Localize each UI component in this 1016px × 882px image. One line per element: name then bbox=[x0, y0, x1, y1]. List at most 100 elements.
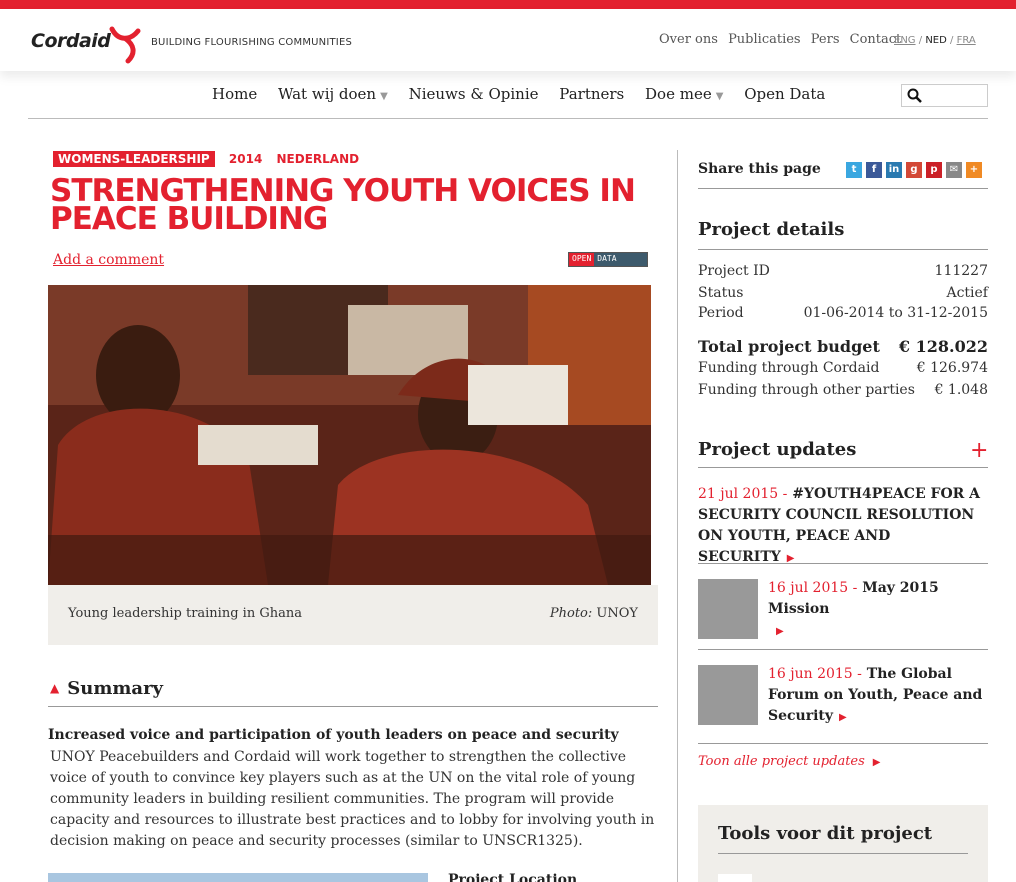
top-accent-bar bbox=[0, 0, 1016, 9]
update-divider bbox=[698, 563, 988, 564]
update-thumbnail[interactable] bbox=[698, 579, 758, 639]
update-date: 16 jun 2015 - bbox=[768, 666, 862, 682]
pinterest-icon[interactable]: p bbox=[926, 162, 942, 178]
summary-heading: Summary bbox=[67, 678, 164, 699]
detail-value: 111227 bbox=[934, 263, 988, 279]
project-details-heading: Project details bbox=[698, 219, 845, 240]
tag-year[interactable]: 2014 bbox=[229, 152, 262, 166]
chevron-down-icon: ▼ bbox=[715, 91, 724, 102]
language-switcher: ENG / NED / FRA bbox=[894, 35, 976, 46]
update-divider bbox=[698, 743, 988, 744]
lang-separator: / bbox=[950, 35, 954, 46]
detail-label: Project ID bbox=[698, 263, 770, 279]
arrow-right-icon: ▶ bbox=[839, 712, 847, 723]
details-divider bbox=[698, 249, 988, 250]
update-date: 21 jul 2015 - bbox=[698, 486, 788, 502]
summary-lead: Increased voice and participation of you… bbox=[48, 727, 619, 743]
update-thumbnail[interactable] bbox=[698, 665, 758, 725]
detail-label: Period bbox=[698, 305, 744, 321]
project-location-heading: Project Location bbox=[448, 872, 578, 882]
lang-ned[interactable]: NED bbox=[925, 35, 947, 46]
budget-row-total: Total project budget € 128.022 bbox=[698, 337, 988, 356]
open-data-badge-right: DATA bbox=[594, 253, 647, 266]
tag-country[interactable]: NEDERLAND bbox=[277, 152, 360, 166]
all-updates-label: Toon alle project updates bbox=[698, 754, 865, 769]
link-pers[interactable]: Pers bbox=[811, 32, 840, 47]
tools-heading: Tools voor dit project bbox=[718, 823, 933, 844]
nav-wat-wij-doen[interactable]: Wat wij doen ▼ bbox=[278, 85, 388, 103]
link-over-ons[interactable]: Over ons bbox=[659, 32, 718, 47]
search-icon[interactable] bbox=[907, 88, 923, 104]
update-item[interactable]: 16 jul 2015 - May 2015 Mission ▶ bbox=[768, 578, 988, 642]
summary-body: UNOY Peacebuilders and Cordaid will work… bbox=[50, 749, 655, 849]
email-icon[interactable]: ✉ bbox=[946, 162, 962, 178]
summary-divider bbox=[48, 706, 658, 707]
triangle-up-icon: ▲ bbox=[50, 681, 60, 695]
arrow-right-icon: ▶ bbox=[872, 757, 881, 768]
project-location-map[interactable] bbox=[48, 873, 428, 882]
budget-value: € 1.048 bbox=[934, 382, 988, 398]
photo-caption: Young leadership training in Ghana bbox=[68, 606, 302, 621]
lang-fra[interactable]: FRA bbox=[957, 35, 976, 46]
photo-caption-box: Young leadership training in Ghana Photo… bbox=[48, 585, 658, 645]
share-icons: t f in g p ✉ + bbox=[846, 162, 982, 178]
budget-label: Total project budget bbox=[698, 337, 880, 356]
linkedin-icon[interactable]: in bbox=[886, 162, 902, 178]
top-links: Over ons Publicaties Pers Contact bbox=[659, 32, 907, 47]
article-tags: WOMENS-LEADERSHIP 2014 NEDERLAND bbox=[53, 151, 359, 167]
site-header: Cordaid BUILDING FLOURISHING COMMUNITIES… bbox=[0, 9, 1016, 71]
lang-separator: / bbox=[918, 35, 923, 46]
lang-eng[interactable]: ENG bbox=[894, 35, 916, 46]
tools-panel: Tools voor dit project bbox=[698, 805, 988, 882]
nav-nieuws[interactable]: Nieuws & Opinie bbox=[409, 85, 539, 103]
detail-row-project-id: Project ID 111227 bbox=[698, 263, 988, 279]
logo-wordmark[interactable]: Cordaid bbox=[31, 30, 111, 52]
photo-credit-label: Photo: bbox=[549, 606, 593, 621]
budget-label: Funding through other parties bbox=[698, 382, 915, 398]
google-plus-icon[interactable]: g bbox=[906, 162, 922, 178]
cordaid-logo-icon[interactable] bbox=[108, 23, 146, 65]
nav-doe-mee[interactable]: Doe mee ▼ bbox=[645, 85, 723, 103]
open-data-badge[interactable]: OPEN DATA bbox=[568, 252, 648, 267]
facebook-icon[interactable]: f bbox=[866, 162, 882, 178]
detail-row-period: Period 01-06-2014 to 31-12-2015 bbox=[698, 305, 988, 321]
expand-plus-icon[interactable]: + bbox=[970, 438, 988, 463]
summary-toggle[interactable]: ▲ Summary bbox=[50, 678, 163, 699]
search-input[interactable] bbox=[901, 84, 988, 107]
update-item[interactable]: 16 jun 2015 - The Global Forum on Youth,… bbox=[768, 664, 988, 728]
budget-row-cordaid: Funding through Cordaid € 126.974 bbox=[698, 360, 988, 376]
all-updates-link[interactable]: Toon alle project updates ▶ bbox=[698, 754, 881, 769]
project-updates-heading: Project updates bbox=[698, 439, 857, 460]
nav-wat-wij-doen-label: Wat wij doen bbox=[278, 85, 377, 103]
share-label: Share this page bbox=[698, 161, 821, 177]
update-item[interactable]: 21 jul 2015 - #YOUTH4PEACE FOR A SECURIT… bbox=[698, 484, 988, 569]
nav-home[interactable]: Home bbox=[212, 85, 257, 103]
budget-value: € 126.974 bbox=[916, 360, 988, 376]
project-photo bbox=[48, 285, 651, 585]
main-nav: Home Wat wij doen ▼ Nieuws & Opinie Partn… bbox=[212, 85, 841, 103]
add-comment-link[interactable]: Add a comment bbox=[53, 252, 164, 268]
updates-divider bbox=[698, 467, 988, 468]
share-more-icon[interactable]: + bbox=[966, 162, 982, 178]
nav-divider bbox=[28, 118, 988, 119]
detail-label: Status bbox=[698, 285, 744, 301]
column-divider bbox=[677, 150, 678, 882]
open-data-badge-left: OPEN bbox=[569, 253, 595, 266]
budget-row-other: Funding through other parties € 1.048 bbox=[698, 382, 988, 398]
budget-value: € 128.022 bbox=[898, 337, 988, 356]
detail-value: 01-06-2014 to 31-12-2015 bbox=[803, 305, 988, 321]
update-date: 16 jul 2015 - bbox=[768, 580, 858, 596]
photo-credit-name: UNOY bbox=[596, 606, 638, 621]
tag-womens-leadership[interactable]: WOMENS-LEADERSHIP bbox=[53, 151, 215, 167]
arrow-right-icon: ▶ bbox=[776, 626, 784, 637]
budget-label: Funding through Cordaid bbox=[698, 360, 880, 376]
update-divider bbox=[698, 649, 988, 650]
tools-divider bbox=[718, 853, 968, 854]
link-publicaties[interactable]: Publicaties bbox=[728, 32, 801, 47]
detail-value: Actief bbox=[946, 285, 988, 301]
tool-icon[interactable] bbox=[718, 874, 752, 882]
brand-tagline: BUILDING FLOURISHING COMMUNITIES bbox=[151, 37, 353, 48]
nav-partners[interactable]: Partners bbox=[559, 85, 624, 103]
twitter-icon[interactable]: t bbox=[846, 162, 862, 178]
nav-open-data[interactable]: Open Data bbox=[744, 85, 825, 103]
